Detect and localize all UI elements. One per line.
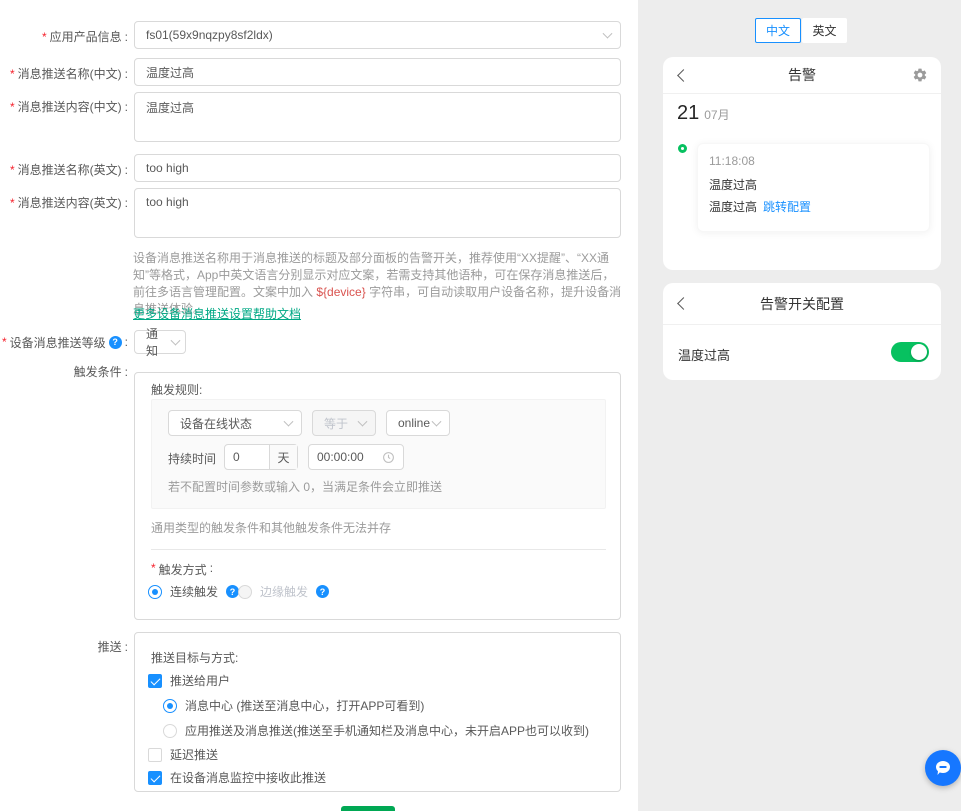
required-mark: * xyxy=(42,30,47,44)
push-level-label: * 设备消息推送等级 ? : xyxy=(0,330,128,354)
device-token: ${device} xyxy=(316,285,365,299)
push-target-title: 推送目标与方式: xyxy=(151,649,238,666)
chevron-down-icon xyxy=(603,29,613,39)
push-option-user[interactable]: 推送给用户 xyxy=(148,672,230,689)
clock-icon xyxy=(382,451,395,464)
chevron-down-icon xyxy=(358,417,368,427)
operator-select: 等于 xyxy=(312,410,376,436)
radio-selected-icon[interactable] xyxy=(163,699,177,713)
alarm-card-title: 告警 xyxy=(663,57,941,94)
alert-status-dot xyxy=(678,144,687,153)
push-level-select[interactable]: 通知 xyxy=(134,330,186,354)
tab-chinese[interactable]: 中文 xyxy=(755,18,801,43)
checkbox-unchecked-icon[interactable] xyxy=(148,748,162,762)
push-content-en-textarea[interactable]: too high xyxy=(134,188,621,238)
radio-unselected-icon[interactable] xyxy=(163,724,177,738)
question-circle-icon[interactable]: ? xyxy=(109,336,122,349)
duration-label: 持续时间 xyxy=(168,450,216,467)
trigger-rule-panel: 设备在线状态 等于 online 持续时间 0 天 00:00:00 若不配置时… xyxy=(151,399,606,509)
chat-support-button[interactable] xyxy=(925,750,961,786)
alarm-preview-card: 告警 21 07月 11:18:08 温度过高 温度过高 跳转配置 xyxy=(663,57,941,270)
required-mark: * xyxy=(10,100,15,114)
push-box: 推送目标与方式: 推送给用户 消息中心 (推送至消息中心，打开APP可看到) 应… xyxy=(134,632,621,792)
alarm-card-header: 告警 xyxy=(663,57,941,94)
switch-card-header: 告警开关配置 xyxy=(663,283,941,325)
push-option-monitor[interactable]: 在设备消息监控中接收此推送 xyxy=(148,769,326,786)
chat-bubble-icon xyxy=(933,758,953,778)
push-option-delay[interactable]: 延迟推送 xyxy=(148,746,218,763)
push-name-cn-label: * 消息推送名称(中文): xyxy=(0,65,128,82)
chevron-down-icon xyxy=(432,417,442,427)
alarm-switch-card: 告警开关配置 温度过高 xyxy=(663,283,941,380)
trigger-mode-label: * 触发方式: xyxy=(151,561,213,578)
tab-english[interactable]: 英文 xyxy=(802,18,847,43)
product-info-label: * 应用产品信息: xyxy=(0,28,128,45)
checkbox-checked-icon[interactable] xyxy=(148,771,162,785)
alert-message-card: 11:18:08 温度过高 温度过高 跳转配置 xyxy=(697,143,930,232)
product-select[interactable]: fs01(59x9nqzpy8sf2ldx) xyxy=(134,21,621,49)
switch-row-label: 温度过高 xyxy=(678,345,730,364)
trigger-rule-title: 触发规则: xyxy=(151,381,202,398)
jump-config-link[interactable]: 跳转配置 xyxy=(763,198,811,215)
trigger-mode-option-continuous[interactable]: 连续触发 ? xyxy=(148,583,239,600)
alert-time: 11:18:08 xyxy=(709,154,755,168)
duration-input[interactable]: 0 xyxy=(225,445,269,469)
switch-card-title: 告警开关配置 xyxy=(663,283,941,325)
gear-icon[interactable] xyxy=(912,67,928,83)
radio-disabled-icon xyxy=(238,585,252,599)
duration-unit: 天 xyxy=(269,445,297,469)
divider xyxy=(151,549,606,550)
push-section-label: 推送: xyxy=(0,638,128,655)
message-push-config-page: * 应用产品信息: fs01(59x9nqzpy8sf2ldx) * 消息推送名… xyxy=(0,0,961,811)
alarm-date-day: 21 xyxy=(677,102,699,125)
save-button[interactable] xyxy=(341,806,395,811)
radio-selected-icon[interactable] xyxy=(148,585,162,599)
time-input[interactable]: 00:00:00 xyxy=(308,444,404,470)
required-mark: * xyxy=(2,335,7,349)
required-mark: * xyxy=(10,196,15,210)
push-level-value: 通知 xyxy=(146,325,167,359)
alert-content: 温度过高 xyxy=(709,198,757,215)
required-mark: * xyxy=(10,163,15,177)
help-doc-link[interactable]: 更多设备消息推送设置帮助文档 xyxy=(133,305,301,322)
push-content-en-label: * 消息推送内容(英文): xyxy=(0,194,128,211)
value-select[interactable]: online xyxy=(386,410,450,436)
push-content-cn-textarea[interactable]: 温度过高 xyxy=(134,92,621,142)
trigger-note: 通用类型的触发条件和其他触发条件无法并存 xyxy=(151,519,391,536)
push-name-en-label: * 消息推送名称(英文): xyxy=(0,161,128,178)
trigger-condition-label: 触发条件: xyxy=(0,363,128,380)
trigger-mode-option-edge: 边缘触发 ? xyxy=(238,583,329,600)
push-option-message-center[interactable]: 消息中心 (推送至消息中心，打开APP可看到) xyxy=(163,697,424,714)
push-name-en-input[interactable] xyxy=(134,154,621,182)
required-mark: * xyxy=(10,67,15,81)
chevron-down-icon xyxy=(284,417,294,427)
product-select-value: fs01(59x9nqzpy8sf2ldx) xyxy=(146,28,273,42)
checkbox-checked-icon[interactable] xyxy=(148,674,162,688)
alarm-toggle-on[interactable] xyxy=(891,342,929,362)
alert-title: 温度过高 xyxy=(709,176,757,193)
alert-content-row: 温度过高 跳转配置 xyxy=(709,198,811,215)
push-name-cn-input[interactable] xyxy=(134,58,621,86)
condition-select[interactable]: 设备在线状态 xyxy=(168,410,302,436)
push-option-app-push[interactable]: 应用推送及消息推送(推送至手机通知栏及消息中心，未开启APP也可以收到) xyxy=(163,722,589,739)
trigger-condition-box: 触发规则: 设备在线状态 等于 online 持续时间 0 天 00:00:00 xyxy=(134,372,621,620)
question-circle-icon[interactable]: ? xyxy=(316,585,329,598)
required-mark: * xyxy=(151,561,156,578)
alarm-date: 21 07月 xyxy=(677,102,730,125)
chevron-down-icon xyxy=(171,336,181,346)
push-content-cn-label: * 消息推送内容(中文): xyxy=(0,98,128,115)
trigger-hint: 若不配置时间参数或输入 0，当满足条件会立即推送 xyxy=(168,478,442,495)
alarm-date-month: 07月 xyxy=(704,106,729,123)
duration-input-group: 0 天 xyxy=(224,444,298,470)
